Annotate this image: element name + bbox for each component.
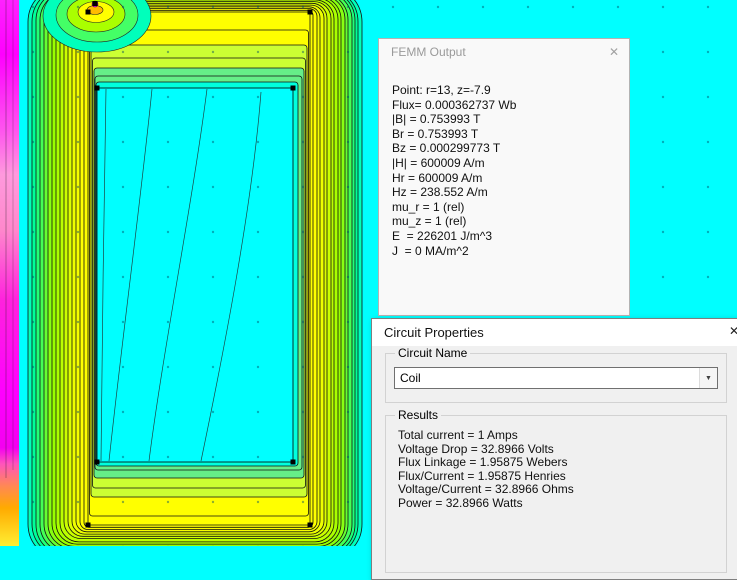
output-line: mu_r = 1 (rel) xyxy=(392,199,465,214)
output-line: Br = 0.753993 T xyxy=(392,126,479,141)
output-line: Flux= 0.000362737 Wb xyxy=(392,97,517,112)
combobox-selected-value: Coil xyxy=(400,371,421,385)
results-readout: Total current = 1 Amps Voltage Drop = 32… xyxy=(386,416,726,511)
result-line: Voltage Drop = 32.8966 Volts xyxy=(398,441,554,456)
femm-output-window: FEMM Output ✕ Point: r=13, z=-7.9 Flux= … xyxy=(378,38,630,316)
output-line: mu_z = 1 (rel) xyxy=(392,214,467,229)
femm-output-readout: Point: r=13, z=-7.9 Flux= 0.000362737 Wb… xyxy=(379,64,629,258)
output-line: |H| = 600009 A/m xyxy=(392,155,485,170)
circuit-properties-titlebar[interactable]: Circuit Properties xyxy=(372,319,737,346)
output-line: Hz = 238.552 A/m xyxy=(392,185,488,200)
femm-output-titlebar[interactable]: FEMM Output ✕ xyxy=(379,39,629,64)
circuit-name-groupbox: Circuit Name Coil ▼ xyxy=(385,346,727,403)
circuit-name-label: Circuit Name xyxy=(395,346,471,360)
close-icon: ✕ xyxy=(728,324,737,338)
chevron-down-icon[interactable]: ▼ xyxy=(699,368,717,388)
result-line: Voltage/Current = 32.8966 Ohms xyxy=(398,482,574,497)
result-line: Power = 32.8966 Watts xyxy=(398,495,523,510)
circuit-properties-title: Circuit Properties xyxy=(384,325,484,340)
result-line: Total current = 1 Amps xyxy=(398,428,518,442)
results-label: Results xyxy=(395,408,442,422)
output-line: Hr = 600009 A/m xyxy=(392,170,483,185)
circuit-properties-dialog: Circuit Properties ✕ Circuit Name Coil ▼… xyxy=(371,318,737,580)
femm-output-title: FEMM Output xyxy=(391,44,466,59)
output-line: Point: r=13, z=-7.9 xyxy=(392,83,491,97)
output-line: J = 0 MA/m^2 xyxy=(392,243,469,258)
output-line: Bz = 0.000299773 T xyxy=(392,141,501,156)
close-button[interactable]: ✕ xyxy=(721,324,737,342)
output-line: E = 226201 J/m^3 xyxy=(392,228,493,243)
close-icon[interactable]: ✕ xyxy=(605,45,623,59)
result-line: Flux/Current = 1.95875 Henries xyxy=(398,468,566,483)
output-line: |B| = 0.753993 T xyxy=(392,112,481,127)
circuit-name-combobox[interactable]: Coil ▼ xyxy=(394,367,718,389)
results-groupbox: Results Total current = 1 Amps Voltage D… xyxy=(385,408,727,573)
result-line: Flux Linkage = 1.95875 Webers xyxy=(398,455,568,470)
